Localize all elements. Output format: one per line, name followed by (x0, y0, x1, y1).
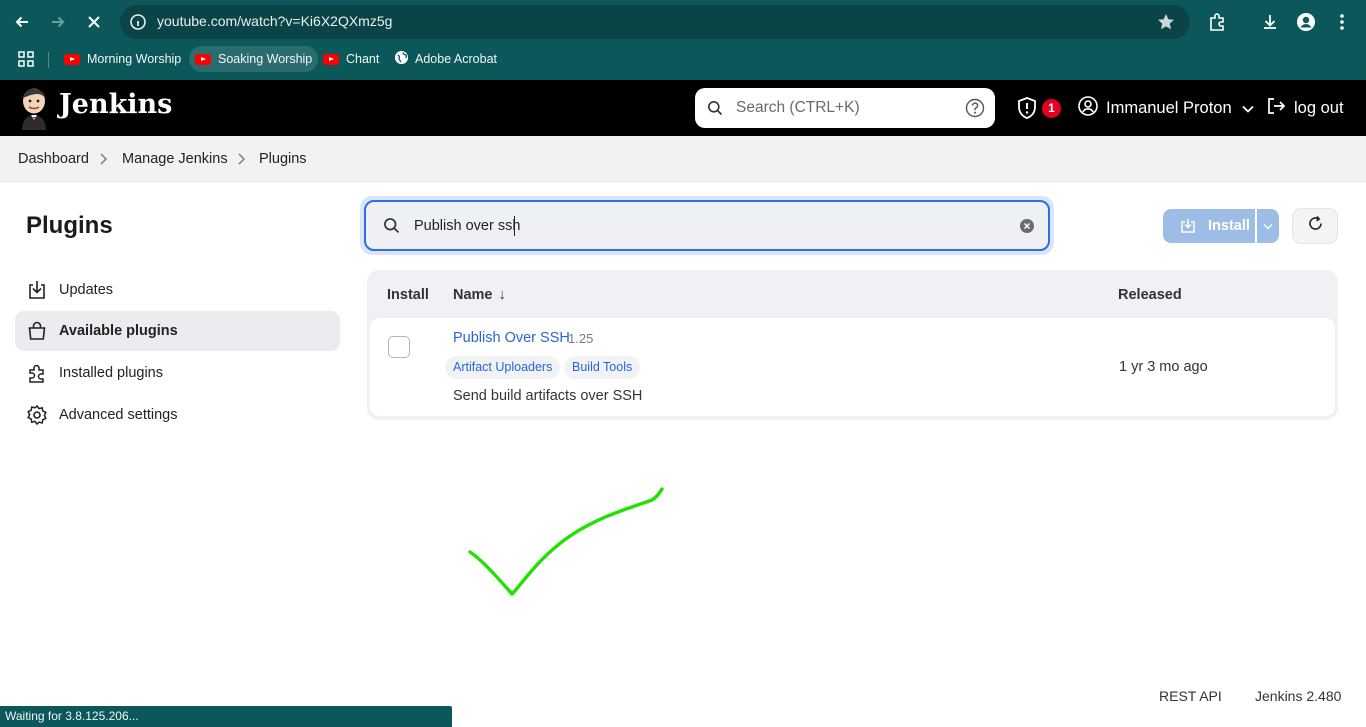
plugin-search-value: Publish over ssh (414, 218, 521, 234)
breadcrumb: Dashboard Manage Jenkins Plugins (0, 136, 1366, 182)
omnibox[interactable]: youtube.com/watch?v=Ki6X2QXmz5g (120, 5, 1190, 39)
global-search-input[interactable]: Search (CTRL+K) (695, 88, 995, 128)
plugins-table: Install Name ↓ Released Publish Over SSH … (367, 270, 1338, 420)
globe-icon (394, 50, 409, 68)
sidebar-item-advanced-settings[interactable]: Advanced settings (15, 395, 340, 435)
column-header-name[interactable]: Name ↓ (453, 287, 506, 303)
bookmark-label: Chant (346, 52, 380, 66)
checkmark-annotation (468, 487, 664, 596)
rest-api-link[interactable]: REST API (1159, 688, 1222, 704)
chevron-right-icon (236, 152, 246, 166)
bookmarks-separator (48, 52, 49, 68)
bookmark-morning-worship[interactable]: Morning Worship (58, 46, 187, 72)
jenkins-header: Jenkins Search (CTRL+K) 1 Immanuel Proto… (0, 80, 1366, 136)
plugin-released: 1 yr 3 mo ago (1119, 359, 1208, 375)
breadcrumb-dashboard[interactable]: Dashboard (18, 151, 89, 167)
url-text[interactable]: youtube.com/watch?v=Ki6X2QXmz5g (157, 13, 392, 29)
security-shield-icon[interactable] (1016, 96, 1038, 120)
chevron-down-icon (1242, 99, 1254, 118)
logout-link[interactable]: log out (1266, 96, 1344, 121)
sidebar-item-label: Available plugins (59, 323, 178, 339)
jenkins-version-link[interactable]: Jenkins 2.480 (1255, 688, 1341, 704)
address-bar-row: youtube.com/watch?v=Ki6X2QXmz5g (0, 0, 1366, 44)
install-button[interactable]: Install (1163, 209, 1255, 243)
tag-artifact-uploaders[interactable]: Artifact Uploaders (445, 356, 561, 379)
gear-icon (26, 404, 48, 426)
plugin-name-link[interactable]: Publish Over SSH (453, 330, 570, 346)
site-info-icon[interactable] (128, 12, 148, 32)
sidebar-item-installed-plugins[interactable]: Installed plugins (15, 353, 340, 393)
install-checkbox[interactable] (388, 336, 410, 358)
bookmark-soaking-worship[interactable]: Soaking Worship (189, 46, 319, 72)
apps-grid-icon[interactable] (17, 50, 35, 68)
back-icon[interactable] (8, 8, 36, 36)
puzzle-icon (26, 362, 48, 384)
tag-build-tools[interactable]: Build Tools (564, 356, 641, 379)
breadcrumb-manage-jenkins[interactable]: Manage Jenkins (122, 151, 228, 167)
youtube-icon (64, 53, 80, 65)
logout-icon (1266, 96, 1286, 121)
download-icon (1180, 218, 1196, 234)
forward-icon[interactable] (44, 8, 72, 36)
bookmark-label: Morning Worship (87, 52, 182, 66)
page-title: Plugins (26, 212, 113, 239)
column-header-released[interactable]: Released (1118, 287, 1182, 303)
search-placeholder: Search (CTRL+K) (736, 99, 860, 116)
user-menu[interactable]: Immanuel Proton (1078, 96, 1254, 121)
sidebar-item-available-plugins[interactable]: Available plugins (15, 311, 340, 351)
search-icon (383, 217, 400, 239)
stop-loading-icon[interactable] (80, 8, 108, 36)
jenkins-brand[interactable]: Jenkins (59, 89, 172, 120)
download-icon[interactable] (1258, 10, 1282, 34)
column-header-install: Install (387, 287, 429, 303)
bookmark-star-icon[interactable] (1156, 12, 1176, 32)
text-caret (514, 216, 515, 236)
sidebar-item-label: Updates (59, 282, 114, 298)
breadcrumb-plugins[interactable]: Plugins (259, 151, 307, 167)
bookmark-label: Soaking Worship (218, 52, 313, 66)
refresh-icon (1307, 215, 1324, 237)
security-count-badge[interactable]: 1 (1042, 99, 1061, 118)
sidebar-item-updates[interactable]: Updates (15, 270, 340, 310)
profile-icon[interactable] (1294, 10, 1318, 34)
shopping-bag-icon (26, 320, 48, 342)
column-header-name-label: Name (453, 287, 493, 303)
user-avatar-icon (1078, 96, 1098, 121)
sidebar-item-label: Installed plugins (59, 365, 163, 381)
extensions-icon[interactable] (1205, 10, 1229, 34)
browser-menu-icon[interactable] (1330, 10, 1354, 34)
logout-label: log out (1294, 99, 1344, 117)
plugin-description: Send build artifacts over SSH (453, 388, 643, 404)
install-label: Install (1208, 218, 1250, 234)
chevron-right-icon (98, 152, 108, 166)
browser-chrome: youtube.com/watch?v=Ki6X2QXmz5g Morning … (0, 0, 1366, 80)
refresh-button[interactable] (1292, 208, 1338, 244)
bookmark-chant[interactable]: Chant (317, 46, 385, 72)
plugin-version: 1.25 (568, 331, 594, 346)
bookmark-label: Adobe Acrobat (415, 52, 498, 66)
bookmarks-bar: Morning Worship Soaking Worship Chant Ad… (0, 44, 1366, 74)
chevron-down-icon (1263, 217, 1273, 235)
sort-arrow-icon: ↓ (498, 287, 506, 303)
install-options-dropdown[interactable] (1257, 209, 1279, 243)
plugin-search-input[interactable]: Publish over ssh (364, 200, 1050, 251)
jenkins-logo-icon[interactable] (18, 86, 50, 130)
bookmark-adobe-acrobat[interactable]: Adobe Acrobat (388, 46, 503, 72)
download-icon (26, 279, 48, 301)
table-row: Publish Over SSH 1.25 Artifact Uploaders… (370, 318, 1335, 416)
clear-search-icon[interactable] (1020, 219, 1034, 233)
youtube-icon (323, 53, 339, 65)
browser-status-bar: Waiting for 3.8.125.206... (0, 706, 452, 727)
search-icon (707, 100, 723, 121)
user-name: Immanuel Proton (1106, 99, 1232, 117)
sidebar-item-label: Advanced settings (59, 407, 178, 423)
youtube-icon (195, 53, 211, 65)
help-icon[interactable] (965, 98, 985, 118)
